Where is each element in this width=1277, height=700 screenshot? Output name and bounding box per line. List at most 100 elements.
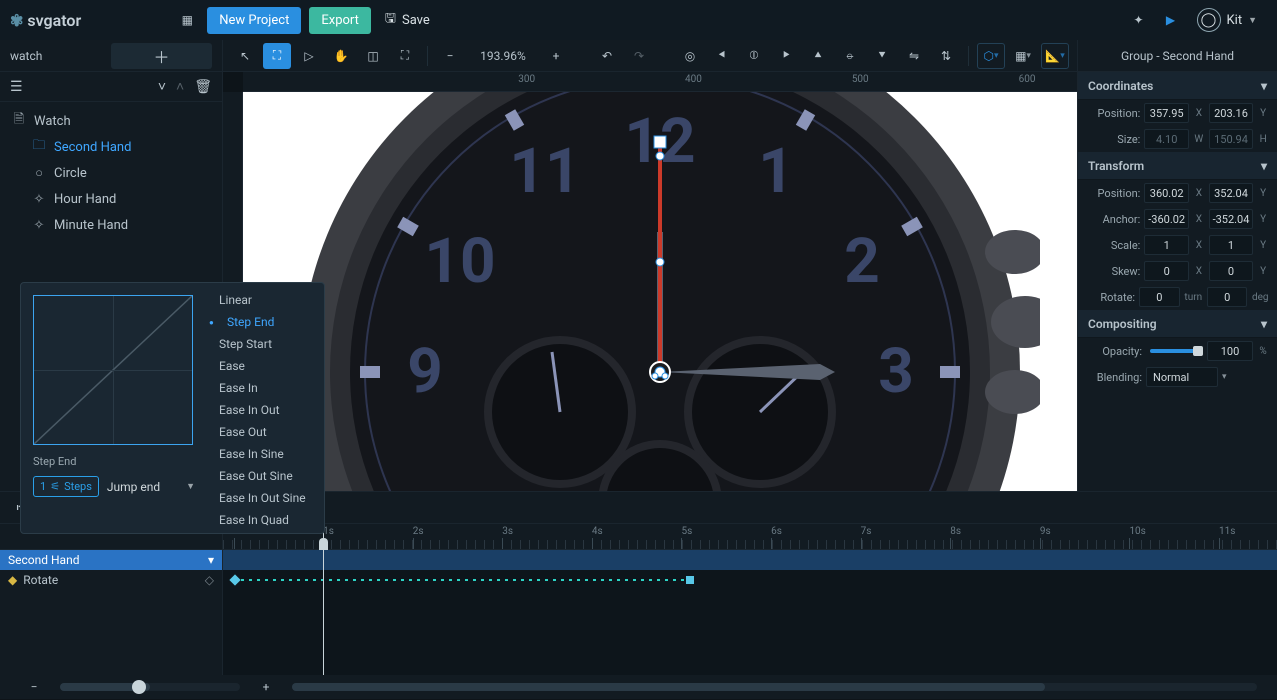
easing-option[interactable]: Ease In: [207, 377, 324, 399]
apps-icon[interactable]: ▦: [171, 4, 203, 36]
flip-h-icon[interactable]: ⇋: [900, 43, 928, 69]
inspector-panel: Group - Second Hand Coordinates ▾ Positi…: [1077, 40, 1277, 491]
anchor-x[interactable]: -360.02: [1144, 209, 1189, 229]
node-tool[interactable]: ▷: [295, 43, 323, 69]
export-button[interactable]: Export: [309, 7, 371, 34]
align-vcenter-icon[interactable]: ⦵: [836, 43, 864, 69]
layer-watch[interactable]: 🗎 Watch: [0, 108, 222, 134]
pan-tool[interactable]: ✋: [327, 43, 355, 69]
easing-option[interactable]: Linear: [207, 289, 324, 311]
layer-second-hand[interactable]: 🗀 Second Hand: [0, 134, 222, 160]
timeline-ruler[interactable]: 0s 1s 2s 3s 4s 5s 6s 7s 8s 9s 10s 11s: [223, 524, 1277, 550]
trash-icon[interactable]: 🗑: [194, 79, 212, 95]
canvas-settings-1[interactable]: ◎: [676, 43, 704, 69]
rotate-turn[interactable]: 0: [1139, 287, 1180, 307]
zoom-in-button[interactable]: +: [542, 43, 570, 69]
snap-toggle[interactable]: ⬡▾: [977, 43, 1005, 69]
size-w[interactable]: 4.10: [1144, 129, 1189, 149]
align-left-icon[interactable]: ⯇: [708, 43, 736, 69]
user-menu[interactable]: ◯ Kit ▼: [1187, 2, 1268, 38]
timeline-tracks[interactable]: 0s 1s 2s 3s 4s 5s 6s 7s 8s 9s 10s 11s: [223, 524, 1277, 675]
canvas[interactable]: 12 1 2 3 11 10 9: [243, 92, 1077, 491]
redo-button[interactable]: ↷: [625, 43, 653, 69]
easing-option[interactable]: Ease Out: [207, 421, 324, 443]
play-preview-icon[interactable]: ▶: [1155, 4, 1187, 36]
ruler-tick: 300: [518, 74, 535, 85]
zoom-timeline-in[interactable]: +: [252, 674, 280, 700]
anchor-y[interactable]: -352.04: [1209, 209, 1254, 229]
playhead[interactable]: [323, 524, 324, 675]
timeline-hscroll[interactable]: [292, 683, 1257, 691]
clip-tool[interactable]: ◫: [359, 43, 387, 69]
zoom-timeline-out[interactable]: −: [20, 674, 48, 700]
timeline-layer-secondhand[interactable]: Second Hand ▾: [0, 550, 222, 570]
track-row[interactable]: [223, 550, 1277, 570]
position-x[interactable]: 357.95: [1144, 103, 1189, 123]
zoom-out-button[interactable]: −: [436, 43, 464, 69]
easing-graph[interactable]: [33, 295, 193, 445]
rotate-deg[interactable]: 0: [1207, 287, 1248, 307]
align-bottom-icon[interactable]: ⯆: [868, 43, 896, 69]
svg-text:11: 11: [509, 135, 580, 208]
skew-y[interactable]: 0: [1209, 261, 1254, 281]
keyframe[interactable]: [686, 576, 694, 584]
keyframe[interactable]: [229, 574, 240, 585]
steps-icon: ⚟: [50, 480, 60, 493]
add-element-button[interactable]: ＋: [111, 43, 212, 69]
new-project-button[interactable]: New Project: [207, 7, 301, 34]
fit-tool[interactable]: ⛶: [391, 43, 419, 69]
opacity-value[interactable]: 100: [1207, 341, 1253, 361]
timeline-prop-rotate[interactable]: ◆ Rotate ◇: [0, 570, 222, 590]
folder-icon: 🗀: [32, 136, 46, 158]
timeline-zoom-scroll[interactable]: [60, 683, 240, 691]
flip-v-icon[interactable]: ⇅: [932, 43, 960, 69]
easing-option[interactable]: Ease Out Sine: [207, 465, 324, 487]
easing-option[interactable]: Step End: [207, 311, 324, 333]
track-row-rotate[interactable]: [223, 570, 1277, 590]
steps-label: Steps: [64, 480, 92, 493]
top-bar: ✾ svgator ▦ New Project Export 🖫 Save ✦ …: [0, 0, 1277, 40]
t-position-x[interactable]: 360.02: [1144, 183, 1189, 203]
align-top-icon[interactable]: ⯅: [804, 43, 832, 69]
layer-hour-hand[interactable]: ✧ Hour Hand: [0, 186, 222, 212]
layer-minute-hand[interactable]: ✧ Minute Hand: [0, 212, 222, 238]
ruler-toggle[interactable]: 📐▾: [1041, 43, 1069, 69]
project-name[interactable]: watch: [10, 49, 111, 63]
scale-x[interactable]: 1: [1144, 235, 1189, 255]
align-right-icon[interactable]: ⯈: [772, 43, 800, 69]
transform-tool[interactable]: ⛶: [263, 43, 291, 69]
align-hcenter-icon[interactable]: ⦶: [740, 43, 768, 69]
easing-option[interactable]: Ease In Out: [207, 399, 324, 421]
filter-icon[interactable]: ☰: [10, 79, 23, 95]
jump-select[interactable]: Jump end ▼: [107, 480, 195, 494]
section-coordinates[interactable]: Coordinates ▾: [1078, 72, 1277, 100]
easing-option[interactable]: Ease In Quad: [207, 509, 324, 531]
scale-y[interactable]: 1: [1209, 235, 1254, 255]
canvas-area[interactable]: 300 400 500 600: [223, 72, 1077, 491]
t-position-y[interactable]: 352.04: [1209, 183, 1254, 203]
skew-x[interactable]: 0: [1144, 261, 1189, 281]
chevron-up-icon[interactable]: ˄: [176, 78, 184, 95]
opacity-slider[interactable]: [1150, 349, 1199, 353]
easing-option[interactable]: Ease In Out Sine: [207, 487, 324, 509]
easing-option[interactable]: Step Start: [207, 333, 324, 355]
layer-circle[interactable]: ○ Circle: [0, 160, 222, 186]
size-h[interactable]: 150.94: [1209, 129, 1254, 149]
cursor-tool[interactable]: ↖: [231, 43, 259, 69]
time-tick: 6s: [771, 526, 782, 537]
steps-input[interactable]: 1 ⚟ Steps: [33, 476, 99, 497]
chevron-down-icon[interactable]: ˅: [158, 78, 166, 95]
settings-icon[interactable]: ✦: [1123, 4, 1155, 36]
section-compositing[interactable]: Compositing ▾: [1078, 310, 1277, 338]
grid-toggle[interactable]: ▦▾: [1009, 43, 1037, 69]
zoom-value[interactable]: 193.96%: [468, 49, 538, 63]
layer-label: Hour Hand: [54, 192, 116, 207]
easing-option[interactable]: Ease: [207, 355, 324, 377]
position-y[interactable]: 203.16: [1209, 103, 1254, 123]
undo-button[interactable]: ↶: [593, 43, 621, 69]
blending-select[interactable]: Normal: [1146, 367, 1218, 387]
easing-option[interactable]: Ease In Sine: [207, 443, 324, 465]
save-button[interactable]: 🖫 Save: [375, 3, 440, 37]
add-keyframe-icon[interactable]: ◇: [205, 573, 214, 587]
section-transform[interactable]: Transform ▾: [1078, 152, 1277, 180]
